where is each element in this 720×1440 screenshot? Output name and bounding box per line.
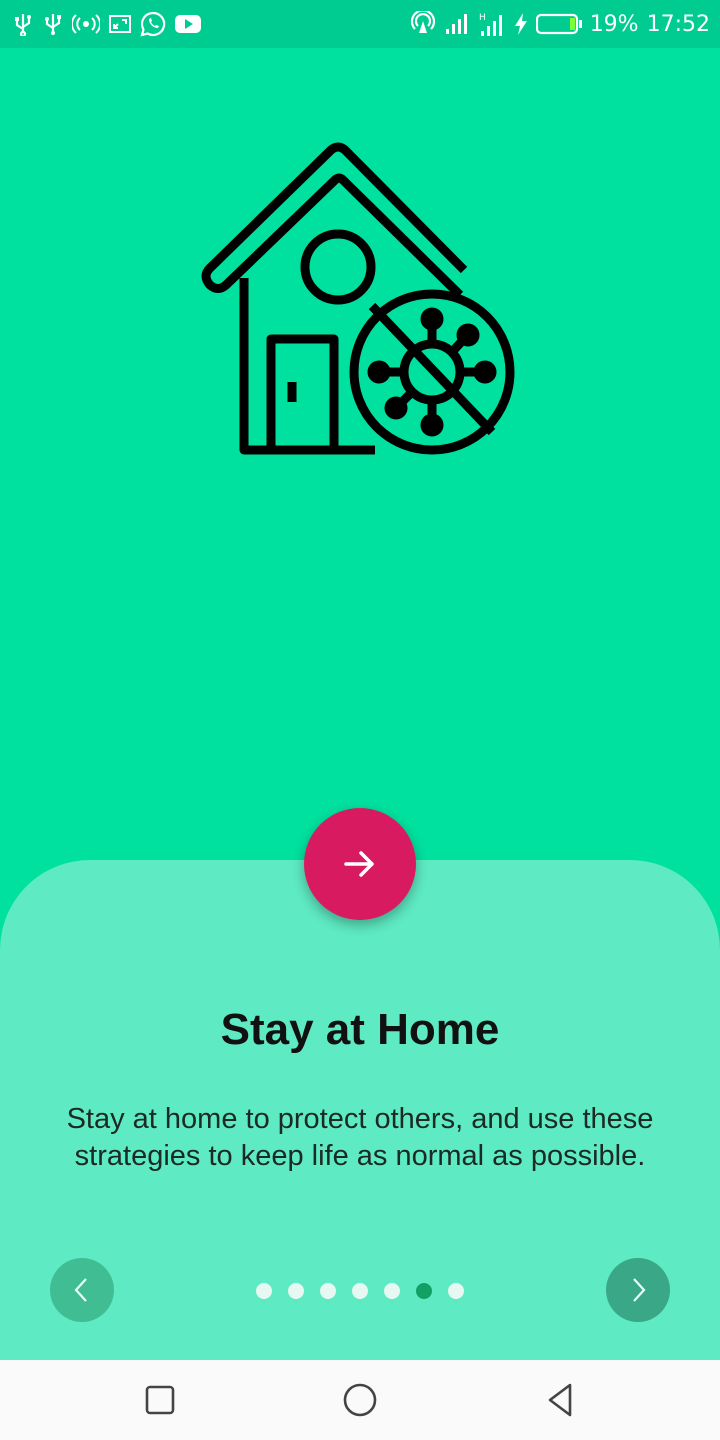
whatsapp-icon (140, 11, 166, 37)
status-time: 17:52 (646, 11, 710, 37)
chevron-left-icon (74, 1278, 87, 1302)
system-nav-bar (0, 1360, 720, 1440)
screen-cast-icon (108, 12, 132, 36)
wifi-icon (410, 11, 436, 37)
status-bar-right: H 19% 17:52 (410, 11, 710, 37)
page-title: Stay at Home (220, 1005, 500, 1054)
previous-button[interactable] (50, 1258, 114, 1322)
youtube-icon (174, 13, 202, 35)
back-icon (548, 1383, 572, 1417)
next-fab-button[interactable] (304, 808, 416, 920)
page-dot[interactable] (288, 1283, 304, 1299)
page-dot-active[interactable] (416, 1283, 432, 1299)
recents-button[interactable] (136, 1376, 184, 1424)
page-dot[interactable] (448, 1283, 464, 1299)
usb-icon (12, 12, 34, 36)
back-button[interactable] (536, 1376, 584, 1424)
signal-h-icon: H (478, 11, 506, 37)
chevron-right-icon (633, 1278, 646, 1302)
page-indicator (256, 1283, 464, 1299)
hotspot-icon (72, 12, 100, 36)
page-description: Stay at home to protect others, and use … (66, 1103, 654, 1172)
page-dot[interactable] (320, 1283, 336, 1299)
status-bar-left (12, 11, 202, 37)
recents-icon (145, 1385, 175, 1415)
stay-home-virus-icon (200, 140, 520, 460)
charging-icon (514, 12, 528, 36)
page-dot[interactable] (352, 1283, 368, 1299)
arrow-right-icon (344, 851, 374, 877)
svg-text:H: H (479, 13, 486, 23)
page-dot[interactable] (256, 1283, 272, 1299)
home-button[interactable] (336, 1376, 384, 1424)
home-icon (343, 1383, 377, 1417)
signal-icon (444, 12, 470, 36)
next-button[interactable] (606, 1258, 670, 1322)
usb-debug-icon (42, 12, 64, 36)
battery-icon (535, 12, 582, 36)
battery-percent: 19% (589, 11, 639, 37)
page-dot[interactable] (384, 1283, 400, 1299)
status-bar: H 19% 17:52 (0, 0, 720, 48)
